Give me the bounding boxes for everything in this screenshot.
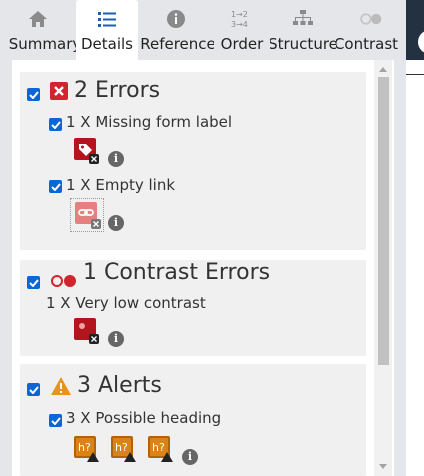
svg-text:1→2: 1→2 [231, 10, 248, 19]
order-icon: 1→2 3→4 [230, 7, 254, 31]
possible-heading-checkbox[interactable] [49, 414, 62, 427]
tab-contrast-label: Contrast [336, 35, 399, 53]
possible-heading-text: 3 X Possible heading [66, 409, 222, 427]
list-icon [95, 7, 119, 31]
contrast-errors-checkbox[interactable] [27, 276, 40, 289]
empty-link-checkbox[interactable] [49, 180, 62, 193]
home-icon [26, 7, 50, 31]
errors-heading: 2 Errors [74, 78, 161, 103]
wave-panel: Summary Details Reference 1→2 3→4 Order … [0, 0, 406, 476]
missing-form-label-text: 1 X Missing form label [66, 113, 233, 131]
possible-heading-info-icon[interactable]: i [182, 449, 198, 465]
divider [406, 74, 424, 75]
alerts-heading: 3 Alerts [77, 373, 162, 398]
errors-section: 2 Errors 1 X Missing form label i 1 X Em… [20, 72, 366, 250]
empty-link-text: 1 X Empty link [66, 176, 176, 194]
errors-checkbox[interactable] [27, 88, 40, 101]
possible-heading-icon[interactable]: h? [148, 436, 174, 462]
empty-link-icon[interactable] [70, 198, 104, 232]
empty-link-info-icon[interactable]: i [108, 215, 124, 231]
tab-bar: Summary Details Reference 1→2 3→4 Order … [0, 0, 406, 60]
alerts-checkbox[interactable] [27, 383, 40, 396]
tab-summary[interactable]: Summary [0, 0, 76, 60]
tab-contrast[interactable]: Contrast [336, 0, 406, 60]
missing-form-label-checkbox[interactable] [49, 118, 62, 131]
contrast-errors-heading: 1 Contrast Errors [83, 260, 271, 285]
tab-summary-label: Summary [8, 35, 76, 53]
possible-heading-badge: h? [78, 441, 91, 454]
contrast-errors-section: 1 Contrast Errors 1 X Very low contrast … [20, 260, 366, 356]
tab-structure[interactable]: Structure [270, 0, 336, 60]
page-edge [406, 0, 424, 476]
missing-form-label-info-icon[interactable]: i [108, 151, 124, 167]
possible-heading-icon[interactable]: h? [74, 436, 100, 462]
content-scrollbar[interactable] [374, 60, 392, 476]
tab-reference-label: Reference [140, 35, 214, 53]
tab-structure-label: Structure [270, 35, 336, 53]
scroll-down-arrow-icon[interactable] [379, 464, 387, 469]
error-icon [50, 82, 68, 100]
structure-icon [291, 7, 315, 31]
contrast-icon [359, 7, 383, 31]
very-low-contrast-info-icon[interactable]: i [108, 331, 124, 347]
scroll-up-arrow-icon[interactable] [379, 67, 387, 72]
possible-heading-badge: h? [115, 441, 128, 454]
scrollbar-thumb[interactable] [378, 77, 389, 365]
possible-heading-badge: h? [152, 441, 165, 454]
tab-reference[interactable]: Reference [138, 0, 214, 60]
very-low-contrast-icon[interactable] [74, 318, 100, 344]
contrast-error-icon [50, 273, 78, 287]
details-content: 2 Errors 1 X Missing form label i 1 X Em… [12, 60, 394, 476]
very-low-contrast-text: 1 X Very low contrast [46, 294, 206, 312]
tab-details[interactable]: Details [76, 0, 138, 60]
alerts-section: 3 Alerts 3 X Possible heading h? h? h? i [20, 364, 366, 476]
info-icon [164, 7, 188, 31]
page-header-fragment [406, 0, 424, 60]
tab-details-label: Details [80, 35, 133, 53]
svg-text:3→4: 3→4 [231, 20, 248, 29]
possible-heading-icon[interactable]: h? [111, 436, 137, 462]
alert-icon [50, 376, 72, 396]
tab-order-label: Order [220, 35, 264, 53]
missing-form-label-icon[interactable] [74, 138, 100, 164]
tab-order[interactable]: 1→2 3→4 Order [214, 0, 270, 60]
